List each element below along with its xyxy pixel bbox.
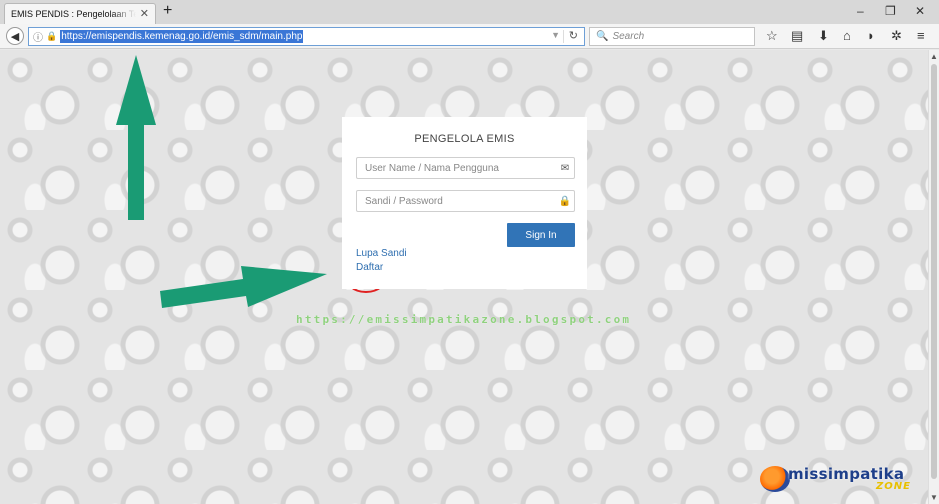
password-field[interactable]: 🔒 [356, 190, 575, 212]
vertical-scrollbar[interactable]: ▲ ▼ [928, 50, 939, 504]
envelope-icon: ✉ [560, 162, 570, 174]
logo-mark [760, 466, 790, 492]
login-card: PENGELOLA EMIS ✉ 🔒 Sign In Lupa Sandi Da… [342, 117, 587, 289]
username-input[interactable] [357, 158, 556, 178]
scroll-up-icon[interactable]: ▲ [930, 52, 938, 61]
scrollbar-thumb[interactable] [931, 64, 937, 479]
annotation-arrow-up [116, 55, 156, 220]
sign-in-button[interactable]: Sign In [507, 223, 575, 247]
register-link[interactable]: Daftar [356, 262, 383, 273]
logo-subtext: ZONE [876, 481, 911, 492]
scroll-down-icon[interactable]: ▼ [930, 493, 938, 502]
lock-icon: 🔒 [558, 195, 572, 207]
username-field[interactable]: ✉ [356, 157, 575, 179]
forgot-password-link[interactable]: Lupa Sandi [356, 248, 407, 259]
login-title: PENGELOLA EMIS [414, 133, 515, 145]
annotation-arrow-right [160, 266, 327, 308]
logo: missimpatika ZONE [758, 462, 918, 496]
password-input[interactable] [357, 191, 556, 211]
watermark-text: https://emissimpatikazone.blogspot.com [296, 313, 632, 326]
